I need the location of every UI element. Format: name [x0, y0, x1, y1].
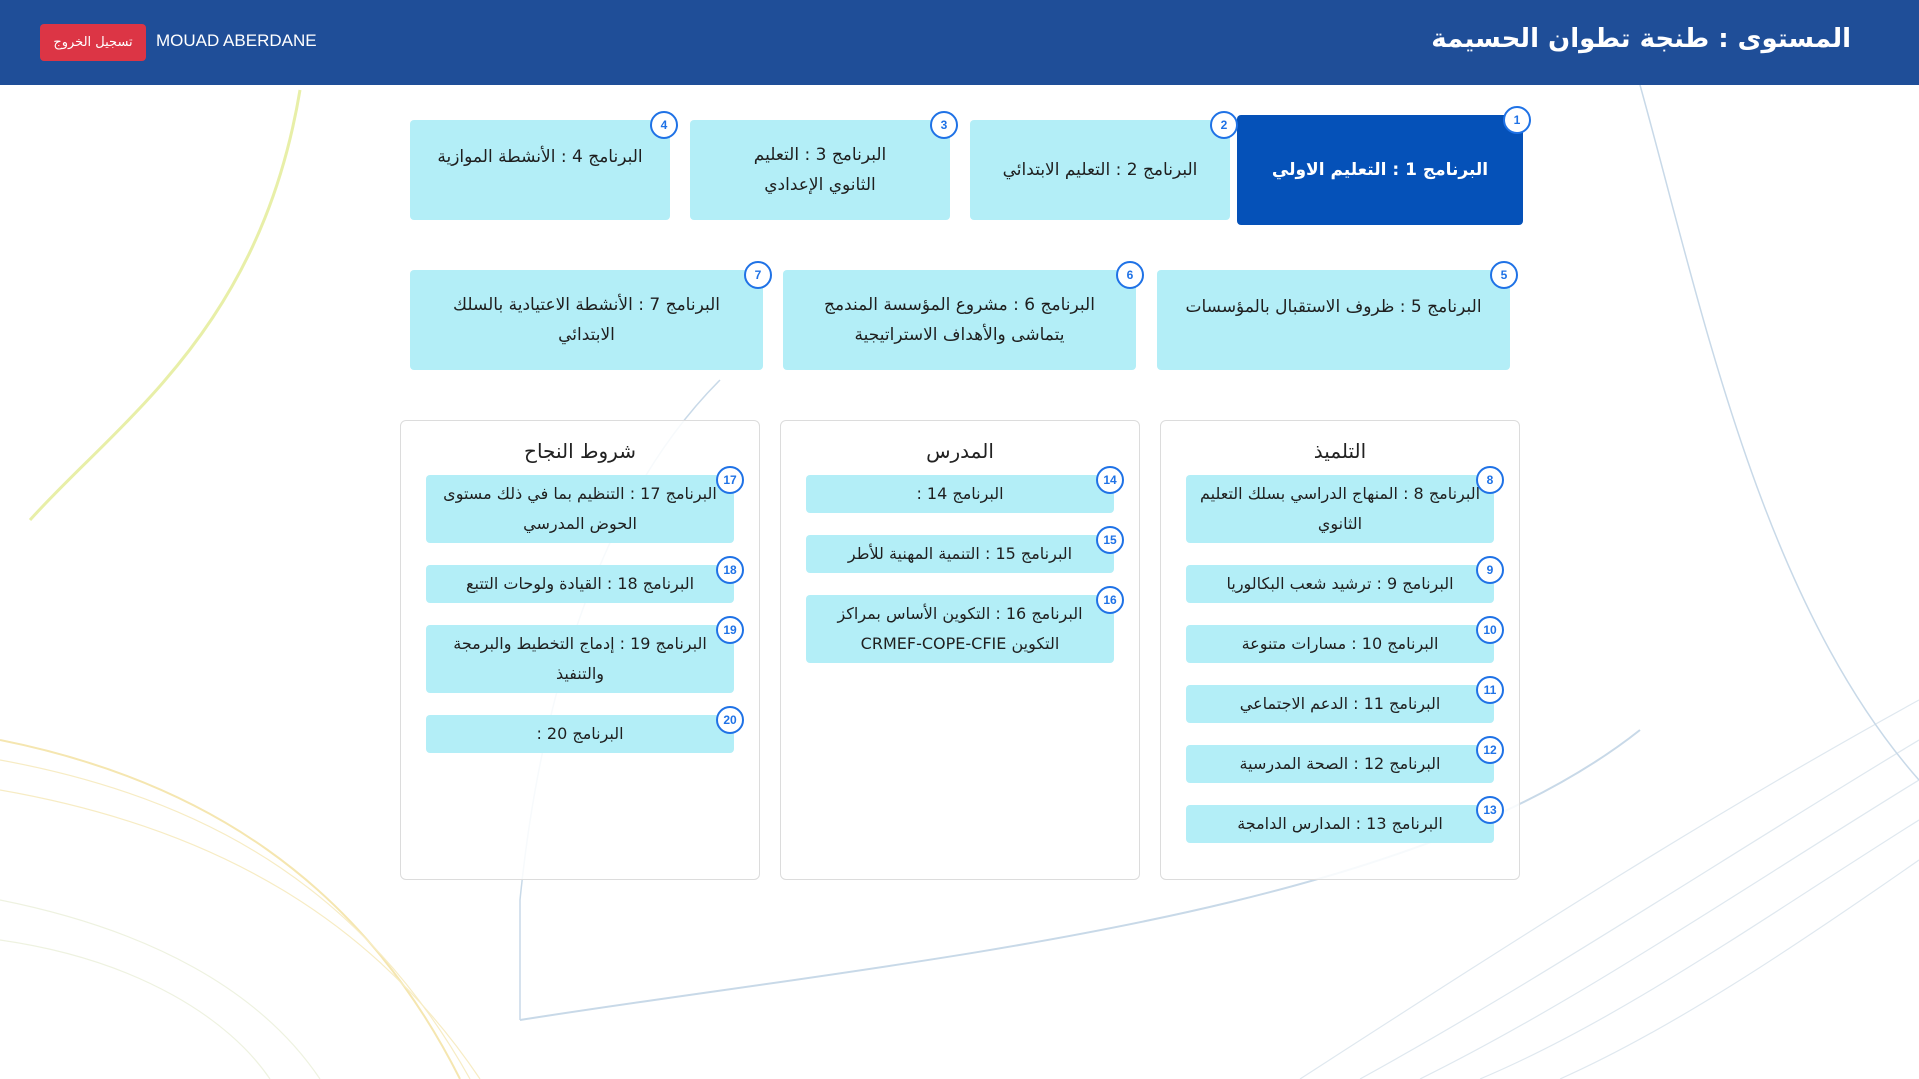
program-card-12[interactable]: البرنامج 12 : الصحة المدرسية — [1186, 745, 1494, 783]
program-number-badge: 12 — [1476, 736, 1504, 764]
program-card-2[interactable]: البرنامج 2 : التعليم الابتدائي — [970, 120, 1230, 220]
program-label: البرنامج 7 : الأنشطة الاعتيادية بالسلك ا… — [453, 295, 720, 345]
program-number-badge: 5 — [1490, 261, 1518, 289]
program-card-3[interactable]: البرنامج 3 : التعليم الثانوي الإعدادي — [690, 120, 950, 220]
program-number-badge: 4 — [650, 111, 678, 139]
program-card-10[interactable]: البرنامج 10 : مسارات متنوعة — [1186, 625, 1494, 663]
program-label: البرنامج 17 : التنظيم بما في ذلك مستوى ا… — [443, 484, 717, 533]
program-label: البرنامج 1 : التعليم الاولي — [1271, 160, 1489, 180]
program-card-14[interactable]: البرنامج 14 : — [806, 475, 1114, 513]
program-number-badge: 18 — [716, 556, 744, 584]
program-number-badge: 8 — [1476, 466, 1504, 494]
logout-button[interactable]: تسجيل الخروج — [40, 24, 146, 61]
username-label: MOUAD ABERDANE — [156, 31, 317, 50]
program-label: البرنامج 10 : مسارات متنوعة — [1241, 634, 1439, 653]
program-number-badge: 14 — [1096, 466, 1124, 494]
program-number-badge: 7 — [744, 261, 772, 289]
program-label: البرنامج 3 : التعليم الثانوي الإعدادي — [753, 145, 887, 195]
program-number-badge: 19 — [716, 616, 744, 644]
program-card-17[interactable]: البرنامج 17 : التنظيم بما في ذلك مستوى ا… — [426, 475, 734, 543]
program-label: البرنامج 11 : الدعم الاجتماعي — [1239, 694, 1441, 713]
program-card-16[interactable]: البرنامج 16 : التكوين الأساس بمراكز التك… — [806, 595, 1114, 663]
program-label: البرنامج 9 : ترشيد شعب البكالوريا — [1226, 574, 1454, 593]
program-card-6[interactable]: البرنامج 6 : مشروع المؤسسة المندمج يتماش… — [783, 270, 1136, 370]
program-card-9[interactable]: البرنامج 9 : ترشيد شعب البكالوريا — [1186, 565, 1494, 603]
program-label: البرنامج 5 : ظروف الاستقبال بالمؤسسات — [1185, 297, 1482, 317]
program-card-19[interactable]: البرنامج 19 : إدماج التخطيط والبرمجة وال… — [426, 625, 734, 693]
program-number-badge: 11 — [1476, 676, 1504, 704]
program-label: البرنامج 20 : — [536, 724, 624, 743]
program-card-15[interactable]: البرنامج 15 : التنمية المهنية للأطر — [806, 535, 1114, 573]
program-number-badge: 20 — [716, 706, 744, 734]
program-label: البرنامج 8 : المنهاج الدراسي بسلك التعلي… — [1199, 484, 1481, 533]
program-number-badge: 3 — [930, 111, 958, 139]
top-header: المستوى : طنجة تطوان الحسيمة تسجيل الخرو… — [0, 0, 1919, 85]
program-label: البرنامج 12 : الصحة المدرسية — [1239, 754, 1441, 773]
program-label: البرنامج 16 : التكوين الأساس بمراكز التك… — [837, 604, 1083, 653]
page-title: المستوى : طنجة تطوان الحسيمة — [1431, 24, 1851, 54]
program-label: البرنامج 18 : القيادة ولوحات التتبع — [465, 574, 695, 593]
program-number-badge: 9 — [1476, 556, 1504, 584]
panel-title: التلميذ — [1313, 439, 1367, 463]
program-card-18[interactable]: البرنامج 18 : القيادة ولوحات التتبع — [426, 565, 734, 603]
program-number-badge: 13 — [1476, 796, 1504, 824]
panel-title: المدرس — [926, 439, 994, 463]
program-number-badge: 17 — [716, 466, 744, 494]
program-label: البرنامج 14 : — [916, 484, 1004, 503]
program-number-badge: 15 — [1096, 526, 1124, 554]
program-number-badge: 1 — [1503, 106, 1531, 134]
program-label: البرنامج 4 : الأنشطة الموازية — [437, 147, 643, 167]
panel-title: شروط النجاح — [524, 439, 636, 463]
program-label: البرنامج 13 : المدارس الدامجة — [1237, 814, 1443, 833]
program-card-20[interactable]: البرنامج 20 : — [426, 715, 734, 753]
program-label: البرنامج 6 : مشروع المؤسسة المندمج يتماش… — [824, 295, 1095, 345]
program-card-7[interactable]: البرنامج 7 : الأنشطة الاعتيادية بالسلك ا… — [410, 270, 763, 370]
program-card-5[interactable]: البرنامج 5 : ظروف الاستقبال بالمؤسسات — [1157, 270, 1510, 370]
program-number-badge: 16 — [1096, 586, 1124, 614]
program-label: البرنامج 2 : التعليم الابتدائي — [1002, 160, 1198, 180]
program-card-4[interactable]: البرنامج 4 : الأنشطة الموازية — [410, 120, 670, 220]
program-number-badge: 6 — [1116, 261, 1144, 289]
program-label: البرنامج 19 : إدماج التخطيط والبرمجة وال… — [453, 634, 707, 683]
program-card-8[interactable]: البرنامج 8 : المنهاج الدراسي بسلك التعلي… — [1186, 475, 1494, 543]
program-card-1[interactable]: البرنامج 1 : التعليم الاولي — [1237, 115, 1523, 225]
program-card-13[interactable]: البرنامج 13 : المدارس الدامجة — [1186, 805, 1494, 843]
program-card-11[interactable]: البرنامج 11 : الدعم الاجتماعي — [1186, 685, 1494, 723]
program-label: البرنامج 15 : التنمية المهنية للأطر — [847, 544, 1073, 563]
program-number-badge: 10 — [1476, 616, 1504, 644]
program-number-badge: 2 — [1210, 111, 1238, 139]
